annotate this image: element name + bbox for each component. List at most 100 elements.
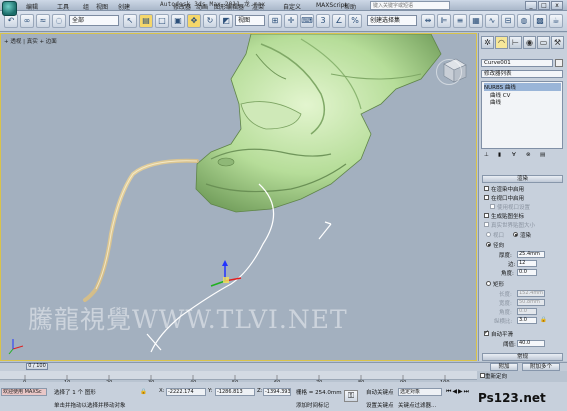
material-editor-icon[interactable]: ◍ [517, 14, 531, 28]
curve-editor-icon[interactable]: ∿ [485, 14, 499, 28]
y-coord-field[interactable]: -1286.813 [215, 388, 255, 396]
window-crossing-icon[interactable]: ▣ [171, 14, 185, 28]
modifier-list-dropdown[interactable]: 修改器列表 [481, 70, 563, 78]
selection-filter-dropdown[interactable]: 全部 [69, 15, 119, 26]
selected-objects-dropdown[interactable]: 选定对象 [398, 388, 442, 396]
view-cube-ring[interactable] [436, 59, 462, 85]
auto-key-button[interactable]: 自动关键点 [366, 388, 394, 396]
aspect-spinner[interactable]: 3.0 [517, 317, 537, 324]
menu-customize[interactable]: 自定义 [283, 2, 301, 11]
angle-spinner[interactable]: 0.0 [517, 269, 537, 276]
length-spinner[interactable]: 152.4mm [517, 290, 545, 297]
angle-snap-icon[interactable]: ∠ [332, 14, 346, 28]
close-button[interactable]: x [551, 1, 563, 10]
mirror-icon[interactable]: ⇹ [421, 14, 435, 28]
pin-stack-icon[interactable]: ⊥ [484, 152, 489, 158]
z-coord-field[interactable]: -1394.393 [263, 388, 291, 396]
menu-tools[interactable]: 工具 [57, 2, 69, 11]
select-manipulate-icon[interactable]: ✛ [284, 14, 298, 28]
stack-item-curve[interactable]: 曲线 [490, 98, 501, 106]
select-by-name-icon[interactable]: ▤ [139, 14, 153, 28]
sides-spinner[interactable]: 12 [517, 260, 537, 267]
menu-group[interactable]: 组 [83, 2, 89, 11]
create-tab-icon[interactable]: ✲ [481, 36, 494, 49]
display-tab-icon[interactable]: ▭ [537, 36, 550, 49]
select-object-icon[interactable]: ↖ [123, 14, 137, 28]
maxscript-listener[interactable]: 欢迎使用 MAXSc [1, 388, 47, 396]
make-unique-icon[interactable]: ∀ [512, 152, 516, 158]
search-input[interactable]: 键入关键字或短语 [370, 1, 450, 10]
key-filters-button[interactable]: 关键点过滤器... [398, 401, 436, 409]
snaps-toggle-icon[interactable]: 3 [316, 14, 330, 28]
enable-in-viewport-checkbox[interactable] [484, 195, 489, 200]
object-color-swatch[interactable] [555, 59, 563, 67]
real-world-map-checkbox[interactable] [484, 222, 489, 227]
threshold-spinner[interactable]: 40.0 [517, 340, 545, 347]
rectangular-radio[interactable] [486, 281, 491, 286]
app-logo-icon[interactable] [2, 1, 17, 16]
enable-in-renderer-checkbox[interactable] [484, 186, 489, 191]
set-key-icon[interactable]: ⚿ [344, 390, 358, 402]
attach-multiple-button[interactable]: 附加多个 [522, 363, 560, 371]
rollout-general-header[interactable]: 常规 [482, 353, 563, 361]
render-frame-icon[interactable]: ☕ [549, 14, 563, 28]
auto-smooth-checkbox[interactable] [484, 329, 489, 336]
percent-snap-icon[interactable]: % [348, 14, 362, 28]
keyboard-shortcut-icon[interactable]: ⌨ [300, 14, 314, 28]
angle2-spinner[interactable]: 0.0 [517, 308, 537, 315]
menu-edit[interactable]: 编辑 [26, 2, 38, 11]
stack-item-nurbs-curve[interactable]: NURBS 曲线 [484, 83, 561, 91]
maximize-button[interactable]: □ [538, 1, 550, 10]
show-end-result-icon[interactable]: ▮ [498, 152, 501, 158]
pivot-center-icon[interactable]: ⊞ [268, 14, 282, 28]
lock-aspect-icon[interactable]: 🔒 [540, 317, 547, 323]
link-icon[interactable]: ∞ [20, 14, 34, 28]
schematic-view-icon[interactable]: ⊟ [501, 14, 515, 28]
select-rotate-icon[interactable]: ↻ [203, 14, 217, 28]
bind-space-warp-icon[interactable]: ◌ [52, 14, 66, 28]
use-viewport-settings-checkbox[interactable] [490, 204, 495, 209]
configure-sets-icon[interactable]: ▤ [540, 152, 545, 158]
render-setup-icon[interactable]: ▩ [533, 14, 547, 28]
playback-controls[interactable]: ⏮◀▶⏭ [446, 388, 476, 396]
unlink-icon[interactable]: ≈ [36, 14, 50, 28]
menu-help[interactable]: 帮助 [344, 2, 356, 11]
remove-modifier-icon[interactable]: ⊗ [526, 152, 531, 158]
named-selection-dropdown[interactable]: 创建选择集 [367, 15, 417, 26]
graphite-tools-icon[interactable]: ▦ [469, 14, 483, 28]
undo-icon[interactable]: ↶ [4, 14, 18, 28]
radial-radio[interactable] [486, 242, 491, 247]
layer-manager-icon[interactable]: ≡ [453, 14, 467, 28]
align-icon[interactable]: ⊫ [437, 14, 451, 28]
thickness-spinner[interactable]: 25.4mm [517, 251, 545, 258]
attach-button[interactable]: 附加 [490, 363, 518, 371]
lock-selection-icon[interactable]: 🔒 [140, 389, 147, 395]
menu-create[interactable]: 创建 [118, 2, 130, 11]
time-slider[interactable] [0, 362, 567, 371]
renderer-radio[interactable] [513, 232, 518, 237]
menu-maxscript[interactable]: MAXScript [316, 2, 347, 9]
select-scale-icon[interactable]: ◩ [219, 14, 233, 28]
minimize-button[interactable]: _ [525, 1, 537, 10]
reference-coordinate-dropdown[interactable]: 视图 [235, 15, 265, 26]
menu-view[interactable]: 视图 [96, 2, 108, 11]
motion-tab-icon[interactable]: ◉ [523, 36, 536, 49]
select-move-icon[interactable]: ✥ [187, 14, 201, 28]
viewport-label[interactable]: + 透视 | 真实 + 边面 [4, 37, 57, 45]
add-time-tag[interactable]: 添加时间标记 [296, 401, 329, 409]
rollout-render-header[interactable]: 渲染 [482, 175, 563, 183]
generate-map-coords-checkbox[interactable] [484, 213, 489, 218]
x-coord-field[interactable]: -2222.174 [166, 388, 206, 396]
hierarchy-tab-icon[interactable]: ⊢ [509, 36, 522, 49]
modify-tab-icon[interactable]: ◠ [495, 36, 508, 49]
object-name-field[interactable]: Curve001 [481, 59, 553, 67]
set-key-button[interactable]: 设置关键点 [366, 401, 394, 409]
utilities-tab-icon[interactable]: ⚒ [551, 36, 564, 49]
viewport-radio[interactable] [486, 232, 491, 237]
track-bar[interactable] [0, 371, 477, 380]
modifier-stack[interactable]: NURBS 曲线 曲线 CV 曲线 [481, 81, 563, 149]
time-slider-thumb[interactable]: 0 / 100 [26, 363, 48, 370]
reorient-checkbox[interactable] [480, 373, 485, 378]
width-spinner[interactable]: 50.8mm [517, 299, 545, 306]
select-region-icon[interactable]: □ [155, 14, 169, 28]
